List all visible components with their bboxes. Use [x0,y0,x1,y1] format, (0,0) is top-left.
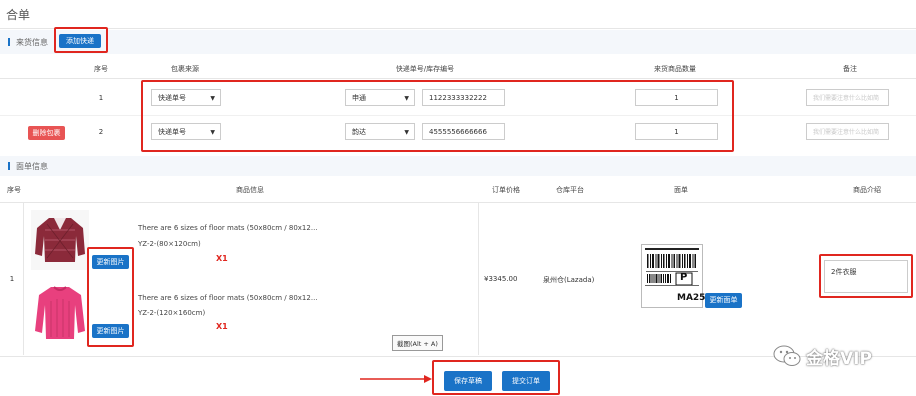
actions-highlight [432,360,560,395]
product-1-image [31,210,89,270]
row-1-remark-input[interactable]: 我们需要注意什么比如简 [806,89,889,106]
shipping-label-letter: P [680,272,688,283]
col-separator [478,203,479,355]
col-tracking: 快递单号/库存编号 [395,65,455,73]
fs-col-index: 序号 [7,186,21,194]
add-express-highlight [54,27,108,53]
product-1-qty: X1 [216,254,228,263]
shipping-label-image: P MA25 [641,244,706,308]
col-source: 包裹来源 [171,65,199,73]
fs-col-label: 面单 [674,186,688,194]
product-2-sku: YZ-2-(120×160cm) [138,309,206,317]
update-image-highlight [87,247,134,347]
fs-col-price: 订单价格 [492,186,520,194]
wechat-icon [772,344,802,370]
intro-highlight [819,254,913,298]
fs-header-divider [0,202,916,203]
update-label-button[interactable]: 更新面单 [705,293,742,308]
row-2-index: 2 [98,128,104,136]
fs-col-warehouse: 仓库平台 [556,186,584,194]
fs-col-intro: 商品介绍 [853,186,881,194]
incoming-rows-highlight [141,80,734,152]
order-price: ¥3345.00 [484,275,518,283]
face-sheet-section-header [0,156,916,176]
watermark-text: 金格VIP [806,349,872,369]
screenshot-tooltip: 截图(Alt + A) [392,335,443,351]
product-2-title: There are 6 sizes of floor mats (50x80cm… [138,294,318,302]
product-2-qty: X1 [216,322,228,331]
product-1-sku: YZ-2-(80×120cm) [138,240,201,248]
col-remark: 备注 [843,65,857,73]
fs-col-product: 商品信息 [236,186,264,194]
row-1-index: 1 [98,94,104,102]
page-title: 合单 [6,8,31,22]
col-separator [23,203,24,355]
incoming-section-label: 来货信息 [8,37,48,48]
incoming-section-header [0,30,916,54]
pointer-arrow-icon [360,374,432,386]
shipping-label-code: MA25 [677,293,706,303]
warehouse-platform: 泉州仓(Lazada) [543,276,595,284]
product-2-image [31,281,89,345]
col-index: 序号 [94,65,108,73]
face-sheet-section-label: 面单信息 [8,161,48,172]
row-2-remark-input[interactable]: 我们需要注意什么比如简 [806,123,889,140]
title-divider [0,28,916,29]
incoming-header-divider [0,78,916,79]
delete-package-button[interactable]: 删除包裹 [28,126,65,140]
product-1-title: There are 6 sizes of floor mats (50x80cm… [138,224,318,232]
fs-row-index: 1 [9,275,15,283]
col-qty: 来货商品数量 [654,65,696,73]
